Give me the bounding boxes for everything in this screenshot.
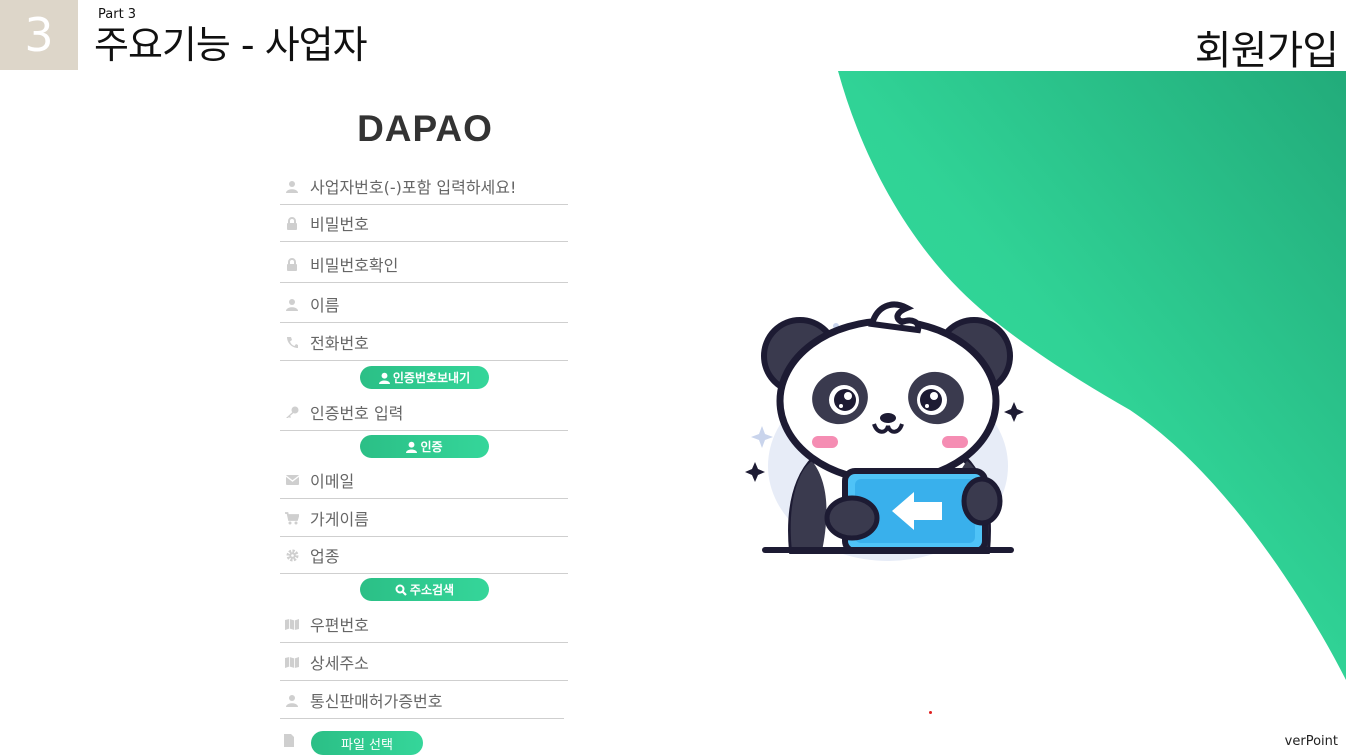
password-field[interactable]: 비밀번호	[280, 205, 568, 242]
key-icon	[282, 404, 302, 420]
green-wave-decoration	[838, 71, 1346, 680]
name-placeholder: 이름	[310, 296, 340, 315]
address-detail-placeholder: 상세주소	[310, 654, 369, 673]
business-number-field[interactable]: 사업자번호(-)포함 입력하세요!	[280, 168, 568, 205]
verify-button[interactable]: 인증	[360, 435, 489, 458]
footer-text: verPoint	[1284, 734, 1338, 749]
store-name-field[interactable]: 가게이름	[280, 500, 568, 537]
password-confirm-placeholder: 비밀번호확인	[310, 256, 399, 275]
file-select-button[interactable]: 파일 선택	[311, 731, 423, 755]
page-heading: 회원가입	[1194, 28, 1339, 74]
file-icon	[284, 732, 294, 751]
gear-icon	[282, 547, 302, 563]
user-icon	[282, 692, 302, 708]
sales-permit-number-placeholder: 통신판매허가증번호	[310, 692, 443, 711]
address-detail-field[interactable]: 상세주소	[280, 644, 568, 681]
email-placeholder: 이메일	[310, 472, 355, 491]
search-icon	[395, 584, 407, 596]
verify-label: 인증	[420, 440, 443, 454]
name-field[interactable]: 이름	[280, 286, 568, 323]
address-search-button[interactable]: 주소검색	[360, 578, 489, 601]
business-type-field[interactable]: 업종	[280, 537, 568, 574]
send-code-button[interactable]: 인증번호보내기	[360, 366, 489, 389]
envelope-icon	[282, 472, 302, 488]
user-icon	[282, 178, 302, 194]
verification-code-field[interactable]: 인증번호 입력	[280, 394, 568, 431]
panda-illustration	[745, 301, 1024, 561]
user-icon	[406, 441, 418, 453]
business-number-placeholder: 사업자번호(-)포함 입력하세요!	[310, 178, 517, 197]
send-code-label: 인증번호보내기	[392, 371, 471, 385]
phone-placeholder: 전화번호	[310, 334, 369, 353]
marker-dot	[929, 711, 932, 714]
business-type-placeholder: 업종	[310, 547, 340, 566]
address-search-label: 주소검색	[409, 583, 455, 597]
lock-icon	[282, 215, 302, 231]
file-upload-row: 파일 선택	[280, 728, 580, 755]
phone-icon	[282, 334, 302, 350]
store-name-placeholder: 가게이름	[310, 510, 369, 529]
postal-code-field[interactable]: 우편번호	[280, 606, 568, 643]
map-icon	[282, 616, 302, 632]
lock-icon	[282, 256, 302, 272]
password-confirm-field[interactable]: 비밀번호확인	[280, 246, 568, 283]
user-icon	[378, 372, 390, 384]
phone-field[interactable]: 전화번호	[280, 324, 568, 361]
cart-icon	[282, 510, 302, 526]
postal-code-placeholder: 우편번호	[310, 616, 369, 635]
app-logo: DAPAO	[357, 108, 493, 149]
sales-permit-number-field[interactable]: 통신판매허가증번호	[280, 682, 564, 719]
user-icon	[282, 296, 302, 312]
map-icon	[282, 654, 302, 670]
email-field[interactable]: 이메일	[280, 462, 568, 499]
verification-code-placeholder: 인증번호 입력	[310, 404, 404, 423]
password-placeholder: 비밀번호	[310, 215, 369, 234]
